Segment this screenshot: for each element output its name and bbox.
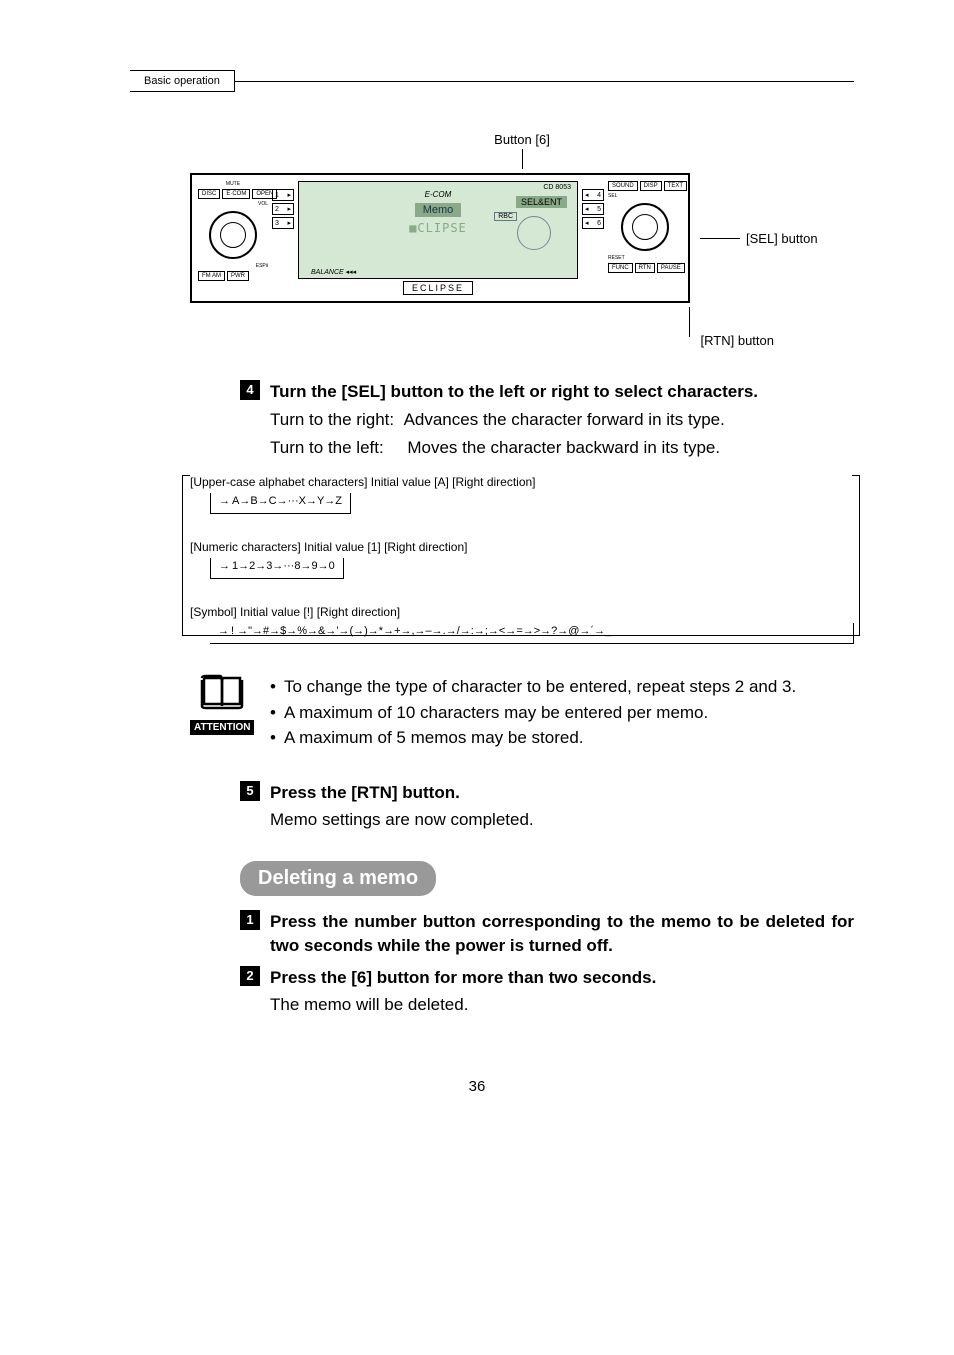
fm-am-button: FM AM: [198, 271, 225, 281]
page-number: 36: [0, 1078, 954, 1095]
numeric-seq: →1→2→3→···8→9→0: [210, 558, 344, 579]
button6-callout-line: [522, 149, 523, 169]
delete-step-1-title: Press the number button corresponding to…: [270, 910, 854, 958]
device-diagram: Button [6] MUTE DISC E·COM OPEN VOL ESPi…: [190, 132, 854, 350]
step-4-line1: Turn to the right: Advances the characte…: [270, 408, 854, 433]
ecom-button: E·COM: [222, 189, 250, 199]
delete-step-2: 2 Press the [6] button for more than two…: [240, 966, 854, 1018]
header-tab: Basic operation: [130, 70, 235, 92]
device-face: MUTE DISC E·COM OPEN VOL ESPii FM AM PWR…: [190, 173, 690, 303]
step-4-line2: Turn to the left: Moves the character ba…: [270, 436, 854, 461]
attention-section: ATTENTION •To change the type of charact…: [190, 674, 854, 751]
mute-label: MUTE: [198, 181, 268, 187]
step-5-text: Memo settings are now completed.: [270, 808, 854, 833]
step-4-title: Turn the [SEL] button to the left or rig…: [270, 380, 854, 404]
step-5: 5 Press the [RTN] button. Memo settings …: [240, 781, 854, 833]
rtn-callout: [RTN] button: [190, 307, 774, 350]
uppercase-label: [Upper-case alphabet characters] Initial…: [190, 475, 854, 489]
pause-button: PAUSE: [657, 263, 685, 273]
espii-label: ESPii: [198, 263, 268, 269]
sel-label-tiny: SEL: [608, 193, 682, 199]
preset-6: ◂6: [582, 217, 604, 229]
numeric-block: [Numeric characters] Initial value [1] […: [190, 540, 854, 579]
attention-list: •To change the type of character to be e…: [270, 674, 796, 751]
symbol-label: [Symbol] Initial value [!] [Right direct…: [190, 605, 854, 619]
step-5-num: 5: [240, 781, 260, 801]
step-5-title: Press the [RTN] button.: [270, 781, 854, 805]
header-line: [235, 81, 854, 82]
balance-label: BALANCE ◂◂◂: [311, 268, 356, 276]
uppercase-block: [Upper-case alphabet characters] Initial…: [190, 475, 854, 514]
attention-item-3: A maximum of 5 memos may be stored.: [284, 725, 584, 751]
step-4-num: 4: [240, 380, 260, 400]
cd-model: CD 8053: [543, 184, 571, 191]
character-diagrams: [Upper-case alphabet characters] Initial…: [190, 475, 854, 644]
disp-button: DISP: [640, 181, 662, 191]
func-button: FUNC: [608, 263, 633, 273]
attention-label: ATTENTION: [190, 720, 254, 735]
memo-badge: Memo: [415, 203, 462, 217]
delete-step-1-num: 1: [240, 910, 260, 930]
deleting-heading: Deleting a memo: [240, 861, 436, 896]
attention-item-1: To change the type of character to be en…: [284, 674, 796, 700]
rtn-button: RTN: [635, 263, 655, 273]
numeric-label: [Numeric characters] Initial value [1] […: [190, 540, 854, 554]
reset-label: RESET: [608, 255, 682, 261]
delete-step-1: 1 Press the number button corresponding …: [240, 910, 854, 958]
attention-item-2: A maximum of 10 characters may be entere…: [284, 700, 708, 726]
right-knob: [621, 203, 669, 251]
preset-2: 2▸: [272, 203, 294, 215]
disc-button: DISC: [198, 189, 220, 199]
sel-callout: [SEL] button: [700, 231, 818, 246]
device-screen: E-COM CD 8053 Memo SEL&ENT RBC ■CLIPSE B…: [298, 181, 578, 279]
eclipse-logo: ECLIPSE: [403, 281, 473, 295]
screen-dial-icon: [517, 216, 551, 250]
header-bar: Basic operation: [130, 70, 954, 92]
preset-1: 1▸: [272, 189, 294, 201]
vol-label: VOL: [198, 201, 268, 207]
symbol-seq: →! →"→#→$→%→&→'→(→)→*→+→,→–→.→/→:→;→<→=→…: [210, 623, 854, 644]
preset-4: ◂4: [582, 189, 604, 201]
symbol-block: [Symbol] Initial value [!] [Right direct…: [190, 605, 854, 644]
delete-step-2-text: The memo will be deleted.: [270, 993, 854, 1018]
button6-callout-label: Button [6]: [190, 132, 854, 147]
pwr-button: PWR: [227, 271, 249, 281]
book-icon: [200, 674, 244, 710]
sound-button: SOUND: [608, 181, 638, 191]
uppercase-seq: →A→B→C→···X→Y→Z: [210, 493, 351, 514]
preset-5: ◂5: [582, 203, 604, 215]
text-button: TEXT: [664, 181, 687, 191]
rbc-badge: RBC: [494, 212, 517, 221]
preset-3: 3▸: [272, 217, 294, 229]
selent-badge: SEL&ENT: [516, 196, 567, 208]
left-knob: [209, 211, 257, 259]
step-4: 4 Turn the [SEL] button to the left or r…: [240, 380, 854, 461]
delete-step-2-title: Press the [6] button for more than two s…: [270, 966, 854, 990]
delete-step-2-num: 2: [240, 966, 260, 986]
